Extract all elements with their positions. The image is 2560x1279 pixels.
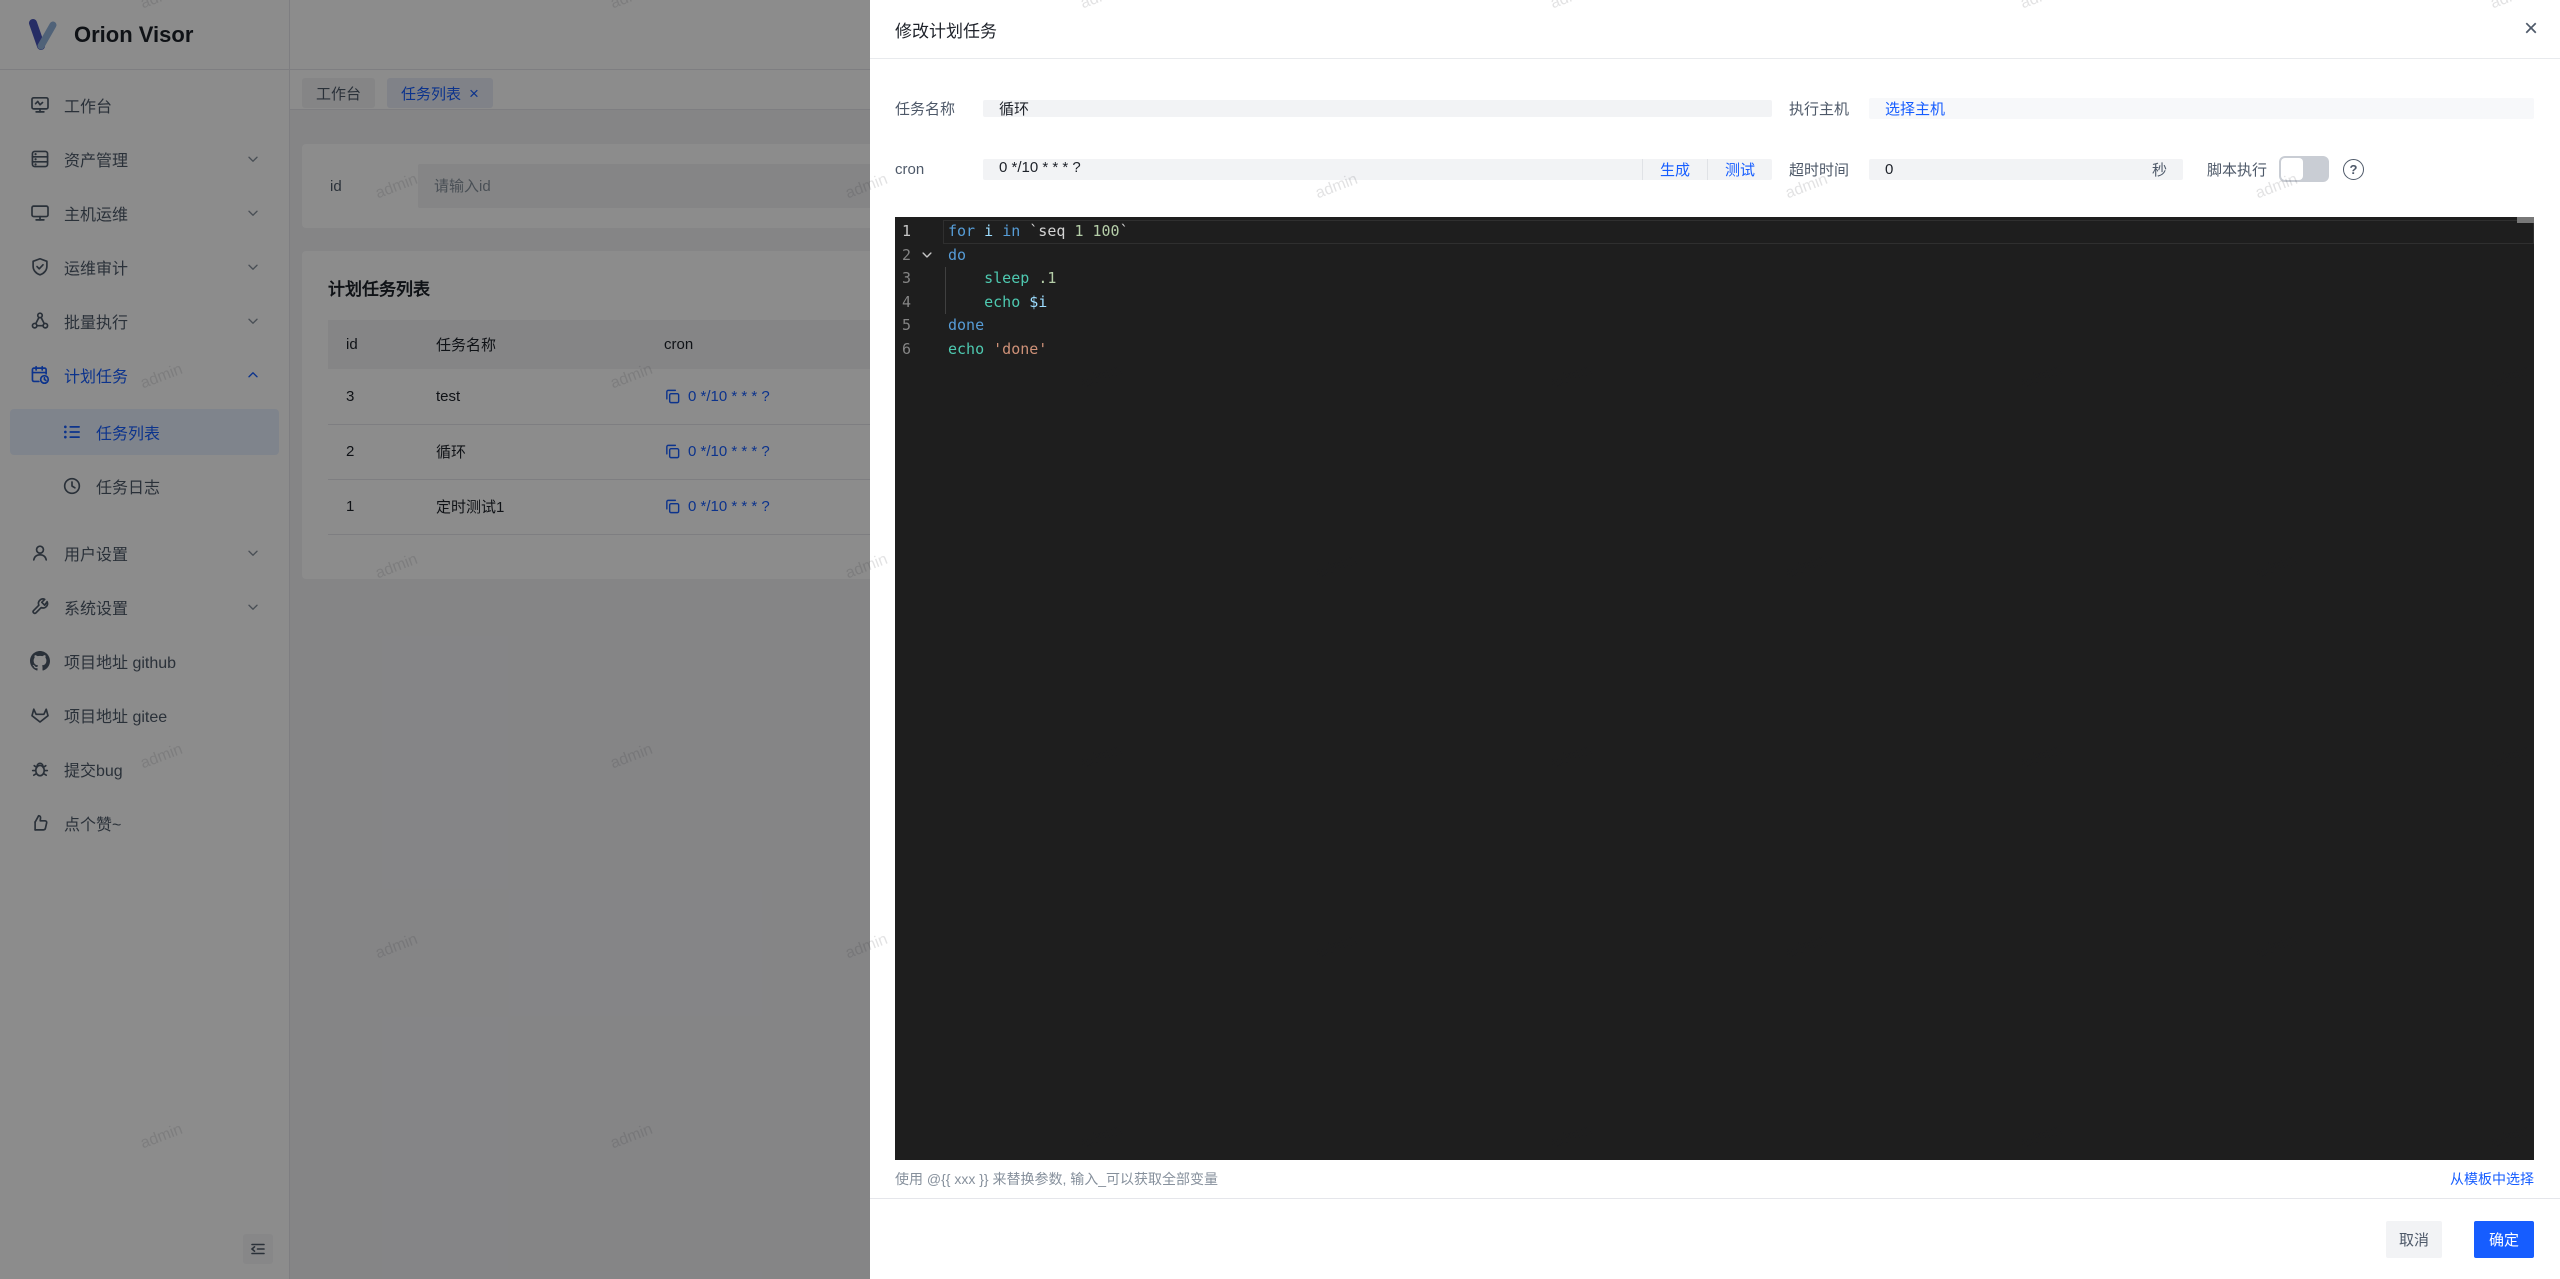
code-line: 1 for i in `seq 1 100`	[895, 220, 2534, 244]
timeout-input-box: 秒	[1869, 158, 2183, 180]
modal-body: 任务名称 执行主机 选择主机 cron 生成 测试	[870, 90, 2560, 1198]
gutter-spacer	[911, 267, 948, 291]
code-text: for i in `seq 1 100`	[948, 222, 1129, 240]
cancel-button[interactable]: 取消	[2386, 1221, 2442, 1258]
ok-button[interactable]: 确定	[2474, 1221, 2534, 1258]
line-number: 3	[901, 269, 911, 287]
line-number: 2	[901, 245, 911, 264]
close-icon[interactable]: ×	[2524, 17, 2538, 41]
gutter-spacer	[911, 314, 948, 338]
code-line: 3 sleep .1	[895, 267, 2534, 291]
timeout-input[interactable]	[1885, 160, 2152, 178]
task-name-label: 任务名称	[895, 101, 956, 118]
line-number: 5	[901, 316, 911, 334]
parameter-hint: 使用 @{{ xxx }} 来替换参数, 输入_可以获取全部变量	[895, 1171, 1219, 1187]
cron-input[interactable]	[983, 158, 1642, 176]
gutter-spacer	[911, 291, 948, 315]
script-exec-toggle[interactable]	[2279, 156, 2329, 182]
form-row-name-host: 任务名称 执行主机 选择主机	[895, 90, 2534, 127]
cron-label: cron	[895, 160, 925, 178]
modal-header: 修改计划任务 ×	[870, 0, 2560, 59]
code-line: 5 done	[895, 314, 2534, 338]
code-line: 4 echo $i	[895, 290, 2534, 315]
task-name-input[interactable]	[983, 100, 1772, 117]
edit-task-modal: 修改计划任务 × 任务名称 执行主机 选择主机 cron 生成	[870, 0, 2560, 1279]
toggle-knob	[2281, 158, 2303, 180]
select-host-link[interactable]: 选择主机	[1885, 98, 1945, 119]
line-number: 4	[901, 292, 911, 311]
fold-chevron-icon[interactable]	[911, 244, 948, 268]
exec-host-label: 执行主机	[1789, 101, 1850, 118]
code-text: sleep .1	[944, 267, 1056, 291]
gutter-spacer	[911, 220, 948, 244]
line-number: 1	[901, 222, 911, 240]
code-line: 2 do	[895, 244, 2534, 268]
cron-input-group: 生成 测试	[983, 158, 1772, 180]
modal-title: 修改计划任务	[895, 21, 997, 41]
gutter-spacer	[911, 338, 948, 362]
line-number: 6	[901, 339, 911, 358]
timeout-unit: 秒	[2151, 161, 2167, 179]
timeout-label: 超时时间	[1789, 161, 1850, 179]
select-from-template-link[interactable]: 从模板中选择	[2450, 1169, 2534, 1189]
code-text: echo $i	[944, 290, 1047, 315]
code-text: echo 'done'	[948, 339, 1048, 358]
script-code-editor[interactable]: 1 for i in `seq 1 100` 2 do 3 sleep .1 4 echo…	[895, 217, 2534, 1160]
code-text: done	[948, 316, 985, 334]
help-icon[interactable]: ?	[2343, 158, 2364, 180]
hint-row: 使用 @{{ xxx }} 来替换参数, 输入_可以获取全部变量 从模板中选择	[895, 1169, 2534, 1198]
test-cron-button[interactable]: 测试	[1708, 159, 1772, 180]
script-exec-label: 脚本执行	[2207, 161, 2268, 179]
modal-footer: 取消 确定	[870, 1198, 2560, 1258]
code-text: do	[948, 245, 967, 264]
form-row-cron-timeout: cron 生成 测试 超时时间 秒 脚本执行	[895, 150, 2534, 188]
code-line: 6 echo 'done'	[895, 338, 2534, 362]
generate-cron-button[interactable]: 生成	[1643, 159, 1707, 180]
editor-scrollbar-thumb[interactable]	[2517, 217, 2534, 223]
host-selector-box: 选择主机	[1869, 98, 2534, 119]
